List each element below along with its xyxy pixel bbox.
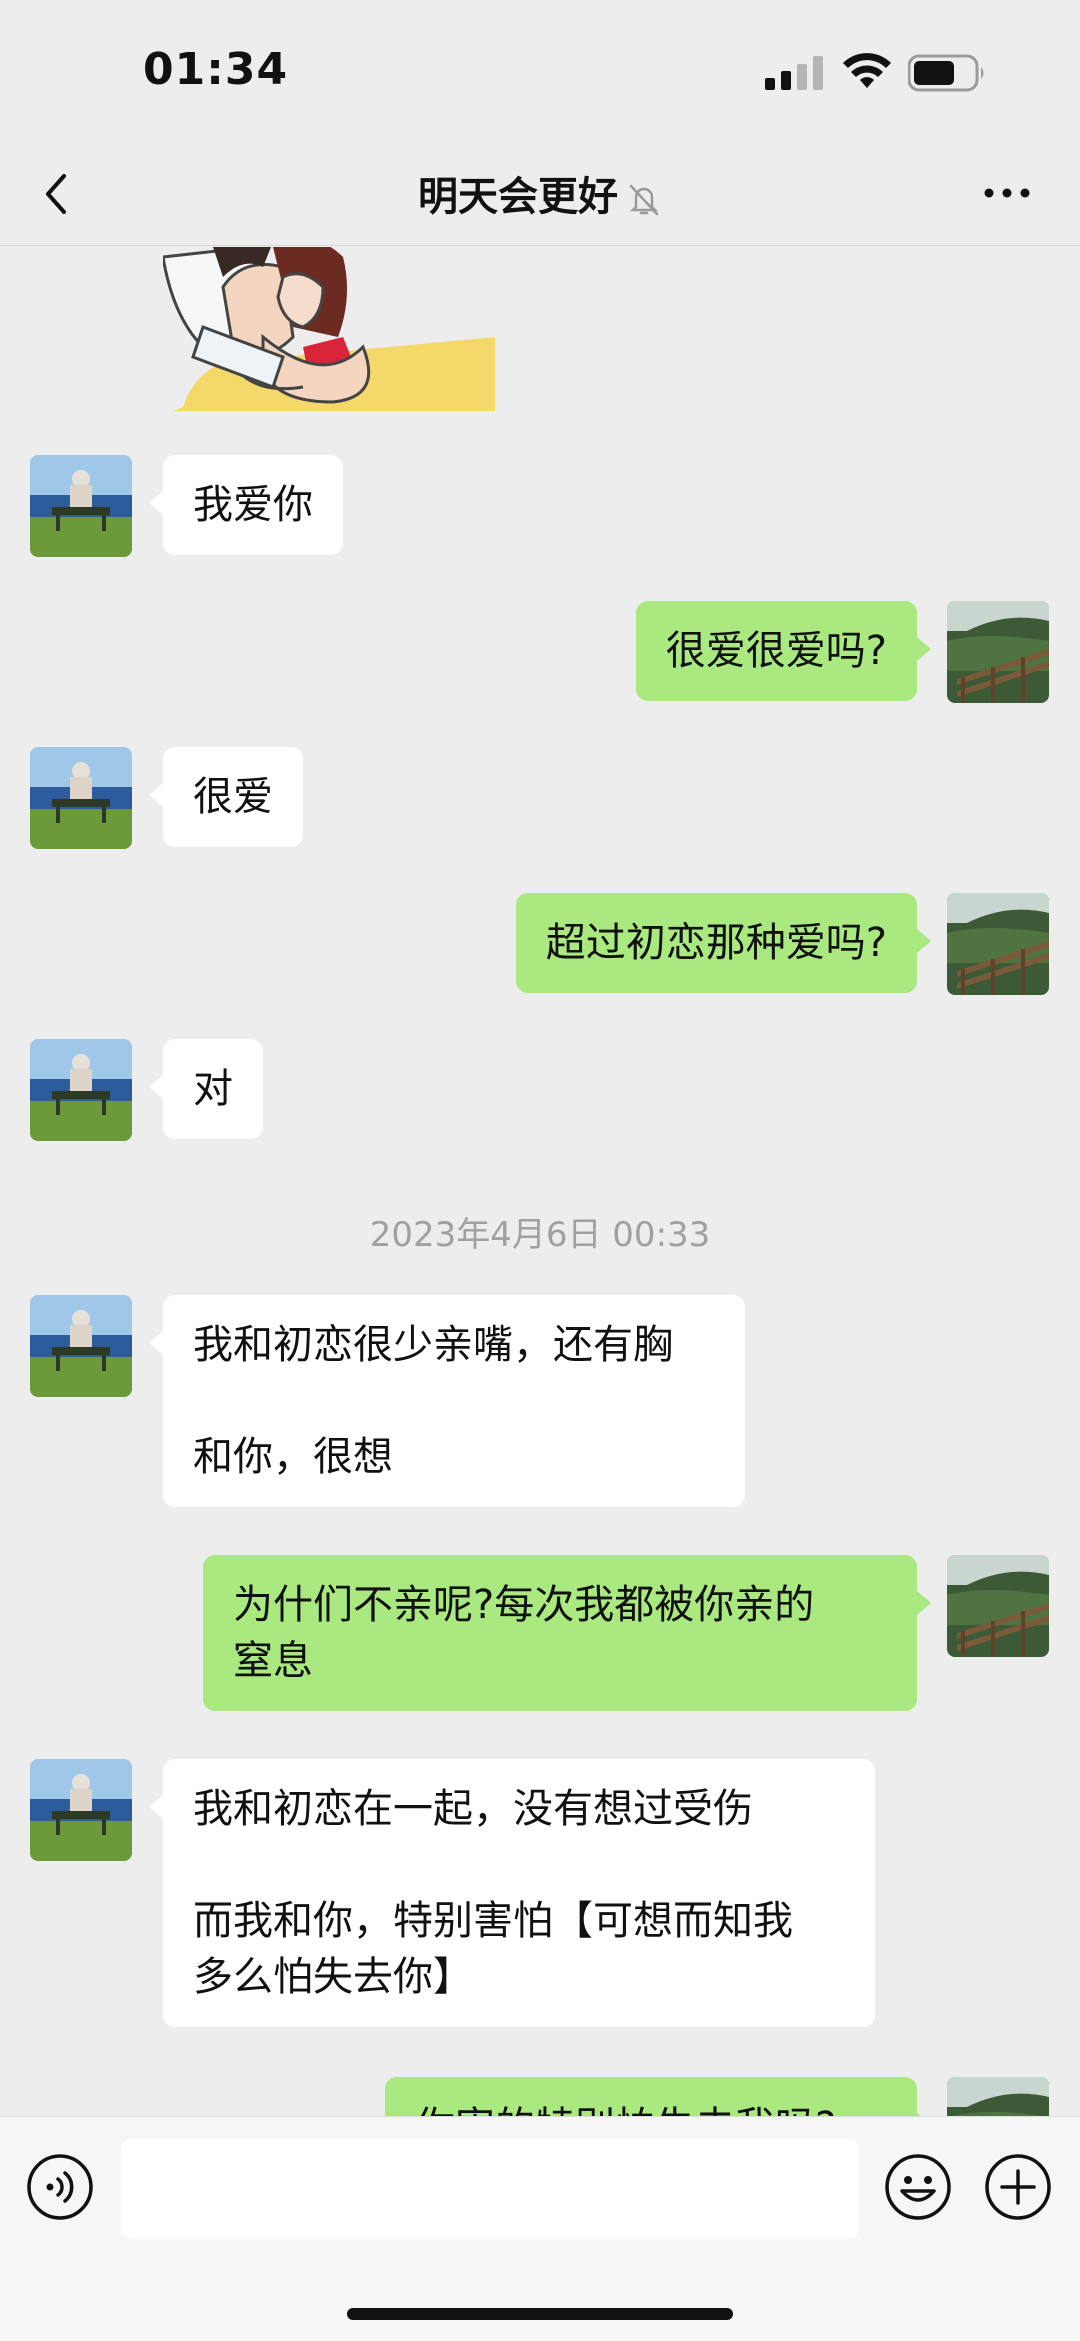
message-row: 很爱 xyxy=(0,747,1080,857)
my-avatar[interactable] xyxy=(947,601,1049,703)
sticker-image[interactable] xyxy=(163,247,495,411)
message-bubble-outgoing[interactable]: 你害的特别怕失去我吗? xyxy=(385,2077,931,2116)
message-bubble-outgoing[interactable]: 超过初恋那种爱吗? xyxy=(515,893,932,993)
voice-icon[interactable] xyxy=(26,2153,94,2221)
message-row: 很爱很爱吗? xyxy=(0,601,1080,711)
avatar-image-forest-fence xyxy=(947,2077,1049,2116)
message-row: 超过初恋那种爱吗? xyxy=(0,893,1080,1003)
contact-avatar[interactable] xyxy=(30,455,132,557)
avatar-image-beach-bench xyxy=(30,455,132,557)
cellular-signal-icon xyxy=(765,56,823,90)
avatar-image-beach-bench xyxy=(30,1295,132,1397)
chat-input-bar xyxy=(0,2116,1080,2341)
chat-title-container: 明天会更好 xyxy=(0,164,1080,222)
message-bubble-incoming[interactable]: 我爱你 xyxy=(149,455,343,555)
avatar-image-forest-fence xyxy=(947,1555,1049,1657)
chat-header: 明天会更好 xyxy=(0,140,1080,246)
bell-off-icon xyxy=(629,184,659,216)
plus-icon[interactable] xyxy=(984,2153,1052,2221)
chat-title: 明天会更好 xyxy=(418,174,618,220)
home-indicator[interactable] xyxy=(347,2308,733,2320)
message-row: 我爱你 xyxy=(0,455,1080,565)
avatar-image-beach-bench xyxy=(30,1759,132,1861)
my-avatar[interactable] xyxy=(947,893,1049,995)
contact-avatar[interactable] xyxy=(30,1295,132,1397)
avatar-image-beach-bench xyxy=(30,1039,132,1141)
status-bar: 01:34 xyxy=(0,0,1080,140)
message-row: 我和初恋在一起，没有想过受伤 而我和你，特别害怕【可想而知我 多么怕失去你】 xyxy=(0,1759,1080,2039)
message-row: 我和初恋很少亲嘴，还有胸 和你，很想 xyxy=(0,1295,1080,1515)
my-avatar[interactable] xyxy=(947,1555,1049,1657)
battery-icon xyxy=(908,54,984,92)
message-bubble-outgoing[interactable]: 很爱很爱吗? xyxy=(635,601,932,701)
message-input[interactable] xyxy=(121,2139,859,2239)
more-dots-icon[interactable] xyxy=(982,178,1032,208)
contact-avatar[interactable] xyxy=(30,1039,132,1141)
wifi-icon xyxy=(843,53,891,88)
message-bubble-incoming[interactable]: 我和初恋在一起，没有想过受伤 而我和你，特别害怕【可想而知我 多么怕失去你】 xyxy=(149,1759,875,2027)
contact-avatar[interactable] xyxy=(30,747,132,849)
emoji-icon[interactable] xyxy=(884,2153,952,2221)
my-avatar[interactable] xyxy=(947,2077,1049,2116)
message-bubble-incoming[interactable]: 对 xyxy=(149,1039,263,1139)
avatar-image-forest-fence xyxy=(947,893,1049,995)
message-list[interactable]: 我爱你 很爱很爱吗? 很爱 超过初恋那种爱吗? 对 2023年4月6日 00:3… xyxy=(0,247,1080,2116)
contact-avatar[interactable] xyxy=(30,1759,132,1861)
message-bubble-incoming[interactable]: 我和初恋很少亲嘴，还有胸 和你，很想 xyxy=(149,1295,745,1507)
message-row: 对 xyxy=(0,1039,1080,1149)
message-row: 你害的特别怕失去我吗? xyxy=(0,2077,1080,2116)
message-bubble-incoming[interactable]: 很爱 xyxy=(149,747,303,847)
avatar-image-forest-fence xyxy=(947,601,1049,703)
avatar-image-beach-bench xyxy=(30,747,132,849)
message-bubble-outgoing[interactable]: 为什们不亲呢?每次我都被你亲的 窒息 xyxy=(203,1555,931,1711)
message-row: 为什们不亲呢?每次我都被你亲的 窒息 xyxy=(0,1555,1080,1715)
message-timestamp: 2023年4月6日 00:33 xyxy=(369,1215,711,1255)
status-time: 01:34 xyxy=(143,44,289,95)
